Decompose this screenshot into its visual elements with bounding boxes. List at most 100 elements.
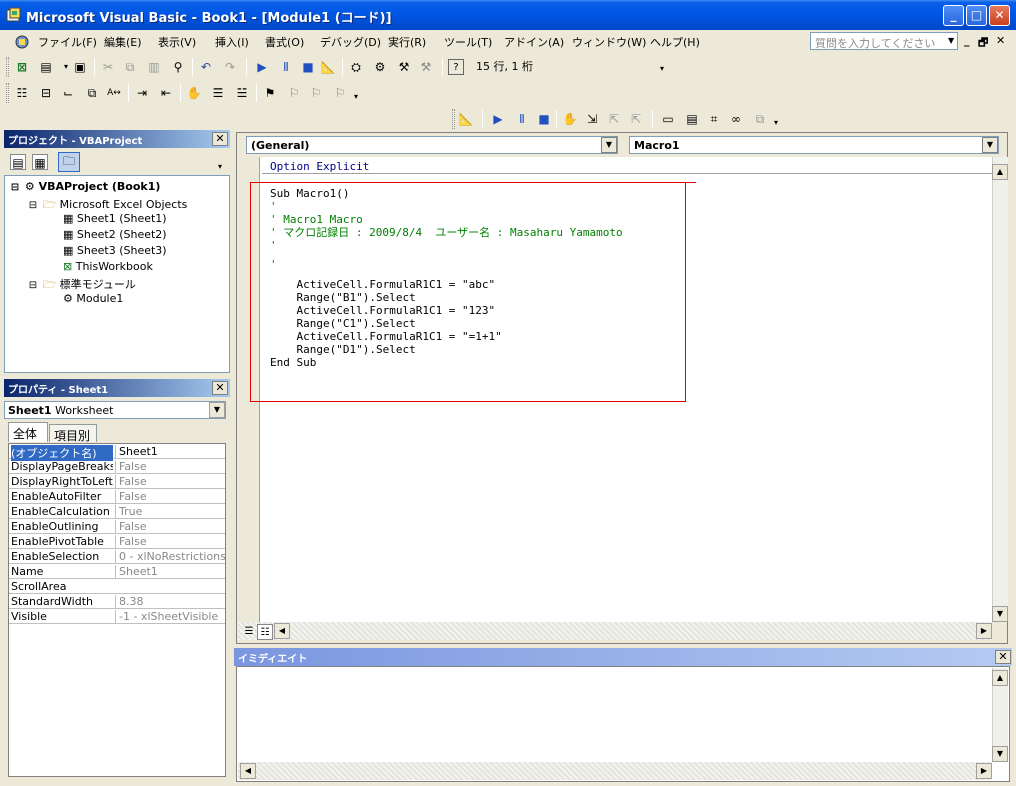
- quick-info-icon[interactable]: ⌙: [60, 85, 76, 101]
- chevron-down-icon[interactable]: ▾: [218, 162, 222, 171]
- menu-edit[interactable]: 編集(E): [104, 34, 142, 50]
- menu-help[interactable]: ヘルプ(H): [650, 34, 700, 50]
- property-row[interactable]: StandardWidth 8.38: [9, 594, 225, 609]
- property-row[interactable]: DisplayPageBreaks False: [9, 459, 225, 474]
- cut-icon[interactable]: ✂: [100, 59, 116, 75]
- outdent-icon[interactable]: ⇤: [158, 85, 174, 101]
- scroll-up-icon[interactable]: ▲: [992, 670, 1008, 686]
- tree-item-sheet3[interactable]: ▦ Sheet3 (Sheet3): [63, 244, 167, 257]
- chevron-down-icon[interactable]: ▼: [209, 402, 225, 418]
- list-properties-icon[interactable]: ☷: [14, 85, 30, 101]
- collapse-icon[interactable]: ⊟: [27, 200, 39, 211]
- immediate-horizontal-scrollbar[interactable]: [238, 762, 992, 780]
- find-icon[interactable]: ⚲: [170, 59, 186, 75]
- tree-item-sheet2[interactable]: ▦ Sheet2 (Sheet2): [63, 228, 167, 241]
- maximize-button[interactable]: □: [966, 5, 987, 26]
- project-explorer-icon[interactable]: ⛭: [348, 59, 364, 75]
- next-bookmark-icon[interactable]: ⚐: [286, 85, 302, 101]
- scroll-right-icon[interactable]: ▶: [976, 623, 992, 639]
- menu-debug[interactable]: デバッグ(D): [320, 34, 381, 50]
- tree-item-module1[interactable]: ⚙ Module1: [63, 292, 123, 305]
- immediate-input[interactable]: [238, 668, 992, 762]
- object-browser-icon[interactable]: ⚒: [396, 59, 412, 75]
- list-constants-icon[interactable]: ⊟: [38, 85, 54, 101]
- toggle-folders-icon[interactable]: 🗀: [58, 152, 80, 172]
- code-horizontal-scrollbar[interactable]: [238, 622, 992, 640]
- break-icon[interactable]: Ⅱ: [514, 111, 530, 127]
- prev-bookmark-icon[interactable]: ⚐: [308, 85, 324, 101]
- scroll-left-icon[interactable]: ◀: [274, 623, 290, 639]
- property-row[interactable]: DisplayRightToLeft False: [9, 474, 225, 489]
- reset-icon[interactable]: ■: [300, 59, 316, 75]
- design-mode-icon[interactable]: 📐: [320, 59, 336, 75]
- tab-categorized[interactable]: 項目別: [49, 424, 97, 443]
- collapse-icon[interactable]: ⊟: [27, 280, 39, 291]
- property-row[interactable]: Visible -1 - xlSheetVisible: [9, 609, 225, 624]
- redo-icon[interactable]: ↷: [222, 59, 238, 75]
- menu-format[interactable]: 書式(O): [265, 34, 304, 50]
- minimize-button[interactable]: _: [943, 5, 964, 26]
- parameter-info-icon[interactable]: ⧉: [84, 85, 100, 101]
- property-row[interactable]: Name Sheet1: [9, 564, 225, 579]
- procedure-combo[interactable]: Macro1: [629, 136, 999, 154]
- bookmark-icon[interactable]: ⚑: [262, 85, 278, 101]
- tree-item-thisworkbook[interactable]: ⊠ ThisWorkbook: [63, 260, 153, 273]
- watch-window-icon[interactable]: ⌗: [706, 111, 722, 127]
- object-select[interactable]: Sheet1 Worksheet: [4, 401, 226, 419]
- view-object-icon[interactable]: ▦: [32, 154, 48, 170]
- complete-word-icon[interactable]: A↔: [106, 85, 122, 101]
- toggle-breakpoint-icon[interactable]: ✋: [562, 111, 578, 127]
- menu-run[interactable]: 実行(R): [388, 34, 426, 50]
- mdi-close-button[interactable]: ✕: [996, 34, 1005, 47]
- property-row[interactable]: EnableSelection 0 - xlNoRestrictions: [9, 549, 225, 564]
- locals-window-icon[interactable]: ▭: [660, 111, 676, 127]
- save-icon[interactable]: ▣: [72, 59, 88, 75]
- menu-file[interactable]: ファイル(F): [38, 34, 97, 50]
- step-out-icon[interactable]: ⇱: [628, 111, 644, 127]
- menu-insert[interactable]: 挿入(I): [215, 34, 249, 50]
- property-row[interactable]: EnableOutlining False: [9, 519, 225, 534]
- chevron-down-icon[interactable]: ▼: [948, 36, 954, 45]
- copy-icon[interactable]: ⧉: [122, 59, 138, 75]
- step-over-icon[interactable]: ⇱: [606, 111, 622, 127]
- chevron-down-icon[interactable]: ▾: [774, 118, 778, 127]
- indent-icon[interactable]: ⇥: [134, 85, 150, 101]
- toolbar-grip[interactable]: [452, 109, 455, 129]
- property-row[interactable]: ScrollArea: [9, 579, 225, 594]
- object-combo[interactable]: (General): [246, 136, 618, 154]
- paste-icon[interactable]: ▥: [146, 59, 162, 75]
- properties-window-icon[interactable]: ⚙: [372, 59, 388, 75]
- menu-addins[interactable]: アドイン(A): [504, 34, 564, 50]
- uncomment-block-icon[interactable]: ☱: [234, 85, 250, 101]
- vba-menu-icon[interactable]: [14, 34, 30, 50]
- property-row[interactable]: (オブジェクト名) Sheet1: [9, 444, 225, 461]
- tree-root[interactable]: ⊟ ⚙ VBAProject (Book1): [9, 180, 161, 193]
- scroll-left-icon[interactable]: ◀: [240, 763, 256, 779]
- design-mode-icon[interactable]: 📐: [458, 111, 474, 127]
- close-button[interactable]: ✕: [989, 5, 1010, 26]
- immediate-window-icon[interactable]: ▤: [684, 111, 700, 127]
- full-module-view-icon[interactable]: ☷: [257, 624, 273, 640]
- chevron-down-icon[interactable]: ▼: [601, 137, 617, 153]
- help-icon[interactable]: ?: [448, 59, 464, 75]
- run-icon[interactable]: ▶: [254, 59, 270, 75]
- chevron-down-icon[interactable]: ▼: [982, 137, 998, 153]
- run-icon[interactable]: ▶: [490, 111, 506, 127]
- properties-close-button[interactable]: ✕: [212, 381, 228, 395]
- step-into-icon[interactable]: ⇲: [584, 111, 600, 127]
- quick-watch-icon[interactable]: ∞: [728, 111, 744, 127]
- immediate-close-button[interactable]: ✕: [995, 650, 1011, 664]
- scroll-down-icon[interactable]: ▼: [992, 746, 1008, 762]
- tree-item-sheet1[interactable]: ▦ Sheet1 (Sheet1): [63, 212, 167, 225]
- code-vertical-scrollbar[interactable]: [992, 157, 1008, 622]
- scroll-up-icon[interactable]: ▲: [992, 164, 1008, 180]
- menu-view[interactable]: 表示(V): [158, 34, 196, 50]
- toolbar-grip[interactable]: [6, 83, 9, 103]
- toolbox-icon[interactable]: ⚒: [418, 59, 434, 75]
- menu-window[interactable]: ウィンドウ(W): [572, 34, 646, 50]
- chevron-down-icon[interactable]: ▾: [660, 64, 664, 73]
- mdi-restore-button[interactable]: 🗗: [978, 34, 988, 53]
- chevron-down-icon[interactable]: ▾: [354, 92, 358, 101]
- breakpoint-icon[interactable]: ✋: [186, 85, 202, 101]
- call-stack-icon[interactable]: ⧉: [752, 111, 768, 127]
